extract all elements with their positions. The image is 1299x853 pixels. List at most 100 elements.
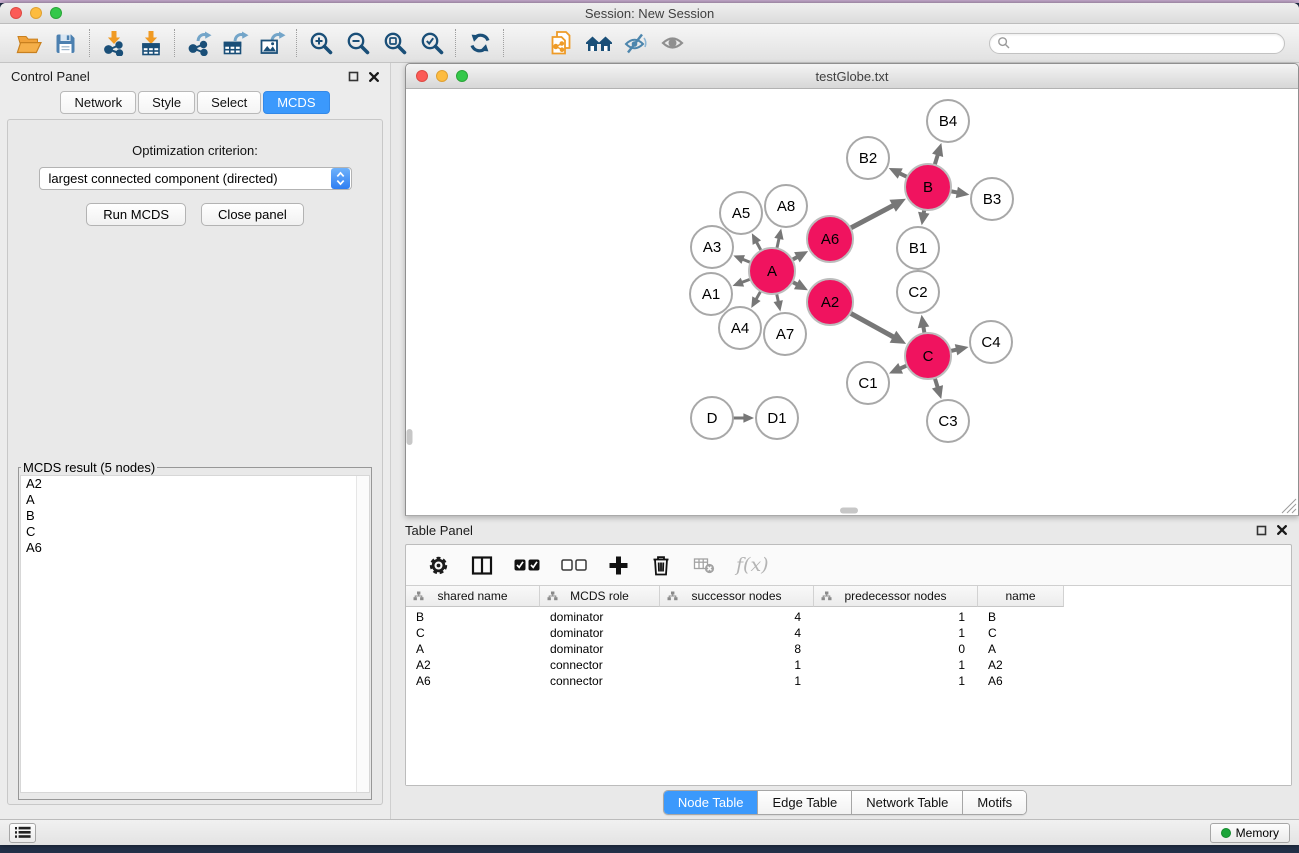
create-column-button[interactable]: [608, 555, 629, 576]
zoom-in-button[interactable]: [302, 28, 339, 59]
save-session-button[interactable]: [47, 28, 84, 59]
table-row-A[interactable]: Adominator80A: [406, 641, 1291, 657]
export-image-button[interactable]: [254, 28, 291, 59]
graph-edge-A2-C[interactable]: [850, 313, 894, 337]
function-builder-button[interactable]: f(x): [736, 556, 769, 575]
delete-table-button[interactable]: [693, 556, 715, 574]
graph-edge-B-B2[interactable]: [899, 173, 907, 177]
search-input[interactable]: [1011, 36, 1284, 50]
unselect-all-columns-button[interactable]: [561, 559, 587, 571]
graph-edge-arrowhead: [956, 187, 970, 198]
tab-network-table[interactable]: Network Table: [851, 791, 962, 814]
tab-network[interactable]: Network: [60, 91, 136, 114]
graph-node-label-A5: A5: [732, 205, 750, 222]
graph-node-label-A: A: [767, 263, 777, 280]
close-panel-button[interactable]: [369, 72, 379, 82]
export-table-button[interactable]: [217, 28, 254, 59]
graph-edge-arrowhead: [774, 300, 783, 311]
export-image-icon: [259, 30, 286, 56]
column-header-successor-nodes[interactable]: successor nodes: [660, 586, 814, 607]
tab-mcds[interactable]: MCDS: [263, 91, 329, 114]
table-row-B[interactable]: Bdominator41B: [406, 609, 1291, 625]
graph-edge-A-A1[interactable]: [742, 279, 751, 282]
table-row-A6[interactable]: A6connector11A6: [406, 673, 1291, 689]
close-mcds-panel-button[interactable]: Close panel: [201, 203, 304, 226]
tab-style[interactable]: Style: [138, 91, 195, 114]
show-task-history-button[interactable]: [9, 823, 36, 843]
eye-icon: [660, 33, 685, 53]
zoom-out-button[interactable]: [339, 28, 376, 59]
resize-grip-icon[interactable]: [1282, 499, 1296, 513]
export-network-button[interactable]: [180, 28, 217, 59]
horizontal-scrollbar-thumb[interactable]: [840, 508, 858, 514]
column-header-name[interactable]: name: [978, 586, 1064, 607]
graph-edge-C-C4[interactable]: [950, 350, 957, 351]
graph-edge-A-A5[interactable]: [756, 242, 761, 251]
toolbar-separator: [174, 29, 175, 57]
show-column-button[interactable]: [471, 555, 493, 576]
table-cell: 1: [660, 673, 814, 689]
graph-edge-B-B3[interactable]: [951, 191, 958, 192]
vertical-scrollbar-thumb[interactable]: [407, 429, 413, 445]
zoom-selected-button[interactable]: [413, 28, 450, 59]
mcds-list-scrollbar[interactable]: [356, 476, 369, 792]
tab-node-table[interactable]: Node Table: [664, 791, 758, 814]
mcds-result-item[interactable]: C: [21, 524, 369, 540]
tab-select[interactable]: Select: [197, 91, 261, 114]
table-cell: 1: [814, 673, 978, 689]
graph-node-label-A1: A1: [702, 286, 720, 303]
tab-motifs[interactable]: Motifs: [962, 791, 1026, 814]
refresh-layout-button[interactable]: [461, 28, 498, 59]
new-network-from-selection-button[interactable]: [543, 28, 580, 59]
graph-edge-C-C2[interactable]: [923, 326, 924, 333]
graph-node-label-B2: B2: [859, 150, 877, 167]
run-mcds-button[interactable]: Run MCDS: [86, 203, 186, 226]
select-all-columns-button[interactable]: [514, 559, 540, 571]
mcds-panel: Optimization criterion: largest connecte…: [7, 119, 383, 805]
zoom-fit-button[interactable]: [376, 28, 413, 59]
column-header-predecessor-nodes[interactable]: predecessor nodes: [814, 586, 978, 607]
graph-edge-A-A3[interactable]: [742, 259, 750, 262]
memory-label: Memory: [1236, 826, 1279, 840]
graph-edge-C-C1[interactable]: [900, 365, 907, 368]
tab-edge-table[interactable]: Edge Table: [757, 791, 851, 814]
graph-node-label-D1: D1: [767, 410, 786, 427]
show-all-button[interactable]: [654, 28, 691, 59]
import-table-button[interactable]: [132, 28, 169, 59]
mcds-result-item[interactable]: A: [21, 492, 369, 508]
table-row-A2[interactable]: A2connector11A2: [406, 657, 1291, 673]
criterion-select[interactable]: largest connected component (directed): [39, 167, 352, 190]
first-neighbors-button[interactable]: [580, 28, 617, 59]
close-table-panel-button[interactable]: [1277, 525, 1287, 535]
graph-edge-B-B4[interactable]: [935, 154, 938, 165]
graph-edge-A-A7[interactable]: [777, 294, 779, 303]
table-settings-button[interactable]: [427, 554, 450, 577]
open-file-button[interactable]: [10, 28, 47, 59]
column-header-shared-name[interactable]: shared name: [406, 586, 540, 607]
graph-edge-A-A8[interactable]: [777, 238, 779, 249]
mcds-result-item[interactable]: A2: [21, 476, 369, 492]
network-window-titlebar[interactable]: testGlobe.txt: [406, 64, 1298, 89]
delete-columns-button[interactable]: [650, 554, 672, 576]
mcds-result-item[interactable]: A6: [21, 540, 369, 556]
search-box: [989, 33, 1285, 54]
table-cell: A2: [406, 657, 540, 673]
table-cell: A: [978, 641, 1064, 657]
graph-edge-A-A4[interactable]: [756, 291, 761, 300]
graph-edge-arrowhead: [918, 212, 929, 226]
import-network-button[interactable]: [95, 28, 132, 59]
float-panel-button[interactable]: [348, 71, 359, 82]
hide-selection-button[interactable]: [617, 28, 654, 59]
table-row-C[interactable]: Cdominator41C: [406, 625, 1291, 641]
memory-button[interactable]: Memory: [1210, 823, 1290, 843]
graph-edge-C-C3[interactable]: [935, 378, 938, 388]
graph-edge-A6-B[interactable]: [850, 205, 893, 228]
float-table-panel-button[interactable]: [1256, 525, 1267, 536]
graph-node-label-A7: A7: [776, 326, 794, 343]
mcds-result-item[interactable]: B: [21, 508, 369, 524]
toolbar-separator: [455, 29, 456, 57]
export-table-icon: [222, 30, 249, 56]
network-canvas[interactable]: B4B2BB3A8A5A6A3B1AA1C2A2A4A7C4CC1C3DD1: [406, 89, 1298, 515]
column-header-MCDS-role[interactable]: MCDS role: [540, 586, 660, 607]
graph-node-label-B: B: [923, 179, 933, 196]
